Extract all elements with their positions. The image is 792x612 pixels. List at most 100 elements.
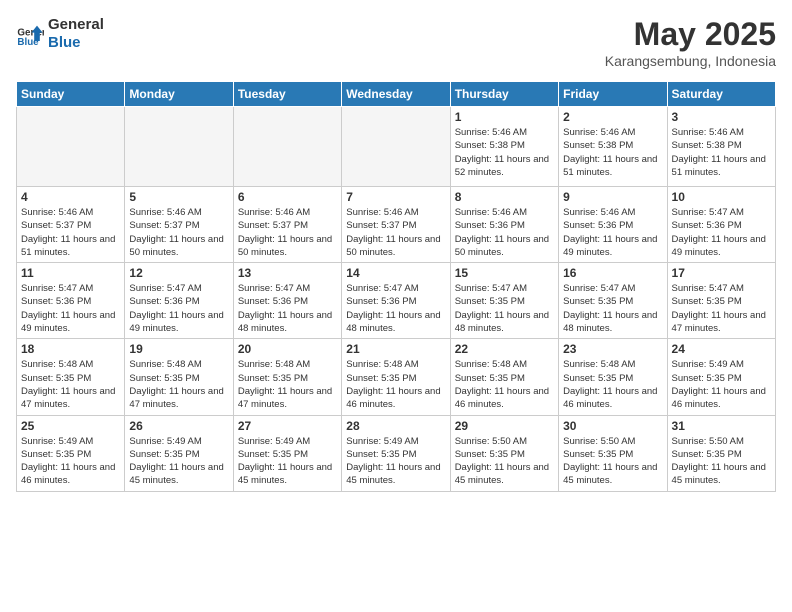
day-cell: 18Sunrise: 5:48 AMSunset: 5:35 PMDayligh… — [17, 339, 125, 415]
day-cell: 13 Sunrise: 5:47 AMSunset: 5:36 PMDayligh… — [233, 263, 341, 339]
day-cell: 1 Sunrise: 5:46 AMSunset: 5:38 PMDaylight… — [450, 107, 558, 187]
day-number: 19 — [129, 342, 228, 356]
weekday-header-thursday: Thursday — [450, 82, 558, 107]
day-info: Sunrise: 5:49 AMSunset: 5:35 PMDaylight:… — [672, 358, 771, 411]
day-number: 10 — [672, 190, 771, 204]
day-cell: 15 Sunrise: 5:47 AMSunset: 5:35 PMDayligh… — [450, 263, 558, 339]
day-info: Sunrise: 5:50 AMSunset: 5:35 PMDaylight:… — [672, 435, 771, 488]
day-number: 8 — [455, 190, 554, 204]
weekday-header-row: SundayMondayTuesdayWednesdayThursdayFrid… — [17, 82, 776, 107]
location: Karangsembung, Indonesia — [605, 53, 776, 69]
day-info: Sunrise: 5:47 AMSunset: 5:36 PMDaylight:… — [672, 206, 771, 259]
day-info: Sunrise: 5:47 AMSunset: 5:36 PMDaylight:… — [129, 282, 228, 335]
day-info: Sunrise: 5:46 AMSunset: 5:37 PMDaylight:… — [346, 206, 445, 259]
day-info: Sunrise: 5:47 AMSunset: 5:36 PMDaylight:… — [238, 282, 337, 335]
day-info: Sunrise: 5:49 AMSunset: 5:35 PMDaylight:… — [21, 435, 120, 488]
day-cell: 10 Sunrise: 5:47 AMSunset: 5:36 PMDayligh… — [667, 187, 775, 263]
day-cell: 11 Sunrise: 5:47 AMSunset: 5:36 PMDayligh… — [17, 263, 125, 339]
day-cell: 9 Sunrise: 5:46 AMSunset: 5:36 PMDaylight… — [559, 187, 667, 263]
day-info: Sunrise: 5:48 AMSunset: 5:35 PMDaylight:… — [238, 358, 337, 411]
day-cell: 5 Sunrise: 5:46 AMSunset: 5:37 PMDaylight… — [125, 187, 233, 263]
day-cell — [17, 107, 125, 187]
day-cell: 29Sunrise: 5:50 AMSunset: 5:35 PMDayligh… — [450, 415, 558, 491]
day-info: Sunrise: 5:47 AMSunset: 5:35 PMDaylight:… — [563, 282, 662, 335]
day-number: 20 — [238, 342, 337, 356]
day-number: 4 — [21, 190, 120, 204]
day-number: 28 — [346, 419, 445, 433]
day-cell: 2 Sunrise: 5:46 AMSunset: 5:38 PMDaylight… — [559, 107, 667, 187]
day-number: 29 — [455, 419, 554, 433]
day-cell: 23Sunrise: 5:48 AMSunset: 5:35 PMDayligh… — [559, 339, 667, 415]
day-info: Sunrise: 5:48 AMSunset: 5:35 PMDaylight:… — [346, 358, 445, 411]
day-info: Sunrise: 5:46 AMSunset: 5:38 PMDaylight:… — [672, 126, 771, 179]
weekday-header-friday: Friday — [559, 82, 667, 107]
day-info: Sunrise: 5:49 AMSunset: 5:35 PMDaylight:… — [346, 435, 445, 488]
week-row-2: 4 Sunrise: 5:46 AMSunset: 5:37 PMDaylight… — [17, 187, 776, 263]
day-number: 15 — [455, 266, 554, 280]
day-cell: 22 Sunrise: 5:48 AMSunset: 5:35 PMDayligh… — [450, 339, 558, 415]
day-info: Sunrise: 5:46 AMSunset: 5:37 PMDaylight:… — [238, 206, 337, 259]
day-number: 1 — [455, 110, 554, 124]
day-info: Sunrise: 5:46 AMSunset: 5:38 PMDaylight:… — [455, 126, 554, 179]
day-cell: 19 Sunrise: 5:48 AMSunset: 5:35 PMDayligh… — [125, 339, 233, 415]
weekday-header-wednesday: Wednesday — [342, 82, 450, 107]
day-number: 12 — [129, 266, 228, 280]
page-header: General Blue General Blue May 2025 Karan… — [16, 16, 776, 69]
day-info: Sunrise: 5:46 AMSunset: 5:38 PMDaylight:… — [563, 126, 662, 179]
day-cell: 12 Sunrise: 5:47 AMSunset: 5:36 PMDayligh… — [125, 263, 233, 339]
day-number: 23 — [563, 342, 662, 356]
day-cell: 16 Sunrise: 5:47 AMSunset: 5:35 PMDayligh… — [559, 263, 667, 339]
day-info: Sunrise: 5:47 AMSunset: 5:36 PMDaylight:… — [21, 282, 120, 335]
day-number: 25 — [21, 419, 120, 433]
day-number: 6 — [238, 190, 337, 204]
day-number: 16 — [563, 266, 662, 280]
day-cell: 8 Sunrise: 5:46 AMSunset: 5:36 PMDaylight… — [450, 187, 558, 263]
week-row-3: 11 Sunrise: 5:47 AMSunset: 5:36 PMDayligh… — [17, 263, 776, 339]
day-cell: 7 Sunrise: 5:46 AMSunset: 5:37 PMDaylight… — [342, 187, 450, 263]
day-info: Sunrise: 5:50 AMSunset: 5:35 PMDaylight:… — [563, 435, 662, 488]
day-cell: 28 Sunrise: 5:49 AMSunset: 5:35 PMDayligh… — [342, 415, 450, 491]
day-info: Sunrise: 5:46 AMSunset: 5:36 PMDaylight:… — [563, 206, 662, 259]
weekday-header-saturday: Saturday — [667, 82, 775, 107]
day-number: 2 — [563, 110, 662, 124]
day-number: 17 — [672, 266, 771, 280]
day-number: 11 — [21, 266, 120, 280]
day-cell: 14Sunrise: 5:47 AMSunset: 5:36 PMDayligh… — [342, 263, 450, 339]
day-number: 13 — [238, 266, 337, 280]
day-cell: 26 Sunrise: 5:49 AMSunset: 5:35 PMDayligh… — [125, 415, 233, 491]
day-info: Sunrise: 5:47 AMSunset: 5:35 PMDaylight:… — [672, 282, 771, 335]
week-row-4: 18Sunrise: 5:48 AMSunset: 5:35 PMDayligh… — [17, 339, 776, 415]
day-info: Sunrise: 5:49 AMSunset: 5:35 PMDaylight:… — [238, 435, 337, 488]
day-cell — [233, 107, 341, 187]
day-number: 27 — [238, 419, 337, 433]
calendar-table: SundayMondayTuesdayWednesdayThursdayFrid… — [16, 81, 776, 492]
day-info: Sunrise: 5:48 AMSunset: 5:35 PMDaylight:… — [21, 358, 120, 411]
day-cell: 31 Sunrise: 5:50 AMSunset: 5:35 PMDayligh… — [667, 415, 775, 491]
day-info: Sunrise: 5:47 AMSunset: 5:35 PMDaylight:… — [455, 282, 554, 335]
day-cell: 4Sunrise: 5:46 AMSunset: 5:37 PMDaylight… — [17, 187, 125, 263]
week-row-1: 1 Sunrise: 5:46 AMSunset: 5:38 PMDaylight… — [17, 107, 776, 187]
month-year: May 2025 — [605, 16, 776, 53]
day-info: Sunrise: 5:48 AMSunset: 5:35 PMDaylight:… — [129, 358, 228, 411]
day-number: 7 — [346, 190, 445, 204]
title-block: May 2025 Karangsembung, Indonesia — [605, 16, 776, 69]
day-number: 31 — [672, 419, 771, 433]
day-cell: 3 Sunrise: 5:46 AMSunset: 5:38 PMDaylight… — [667, 107, 775, 187]
day-info: Sunrise: 5:49 AMSunset: 5:35 PMDaylight:… — [129, 435, 228, 488]
day-number: 9 — [563, 190, 662, 204]
week-row-5: 25 Sunrise: 5:49 AMSunset: 5:35 PMDayligh… — [17, 415, 776, 491]
day-info: Sunrise: 5:46 AMSunset: 5:36 PMDaylight:… — [455, 206, 554, 259]
day-cell: 24Sunrise: 5:49 AMSunset: 5:35 PMDayligh… — [667, 339, 775, 415]
day-number: 5 — [129, 190, 228, 204]
day-number: 22 — [455, 342, 554, 356]
day-info: Sunrise: 5:48 AMSunset: 5:35 PMDaylight:… — [455, 358, 554, 411]
day-info: Sunrise: 5:46 AMSunset: 5:37 PMDaylight:… — [129, 206, 228, 259]
day-info: Sunrise: 5:47 AMSunset: 5:36 PMDaylight:… — [346, 282, 445, 335]
day-cell: 30Sunrise: 5:50 AMSunset: 5:35 PMDayligh… — [559, 415, 667, 491]
logo: General Blue General Blue — [16, 16, 104, 52]
day-number: 26 — [129, 419, 228, 433]
weekday-header-monday: Monday — [125, 82, 233, 107]
weekday-header-tuesday: Tuesday — [233, 82, 341, 107]
day-number: 3 — [672, 110, 771, 124]
day-cell: 25 Sunrise: 5:49 AMSunset: 5:35 PMDayligh… — [17, 415, 125, 491]
